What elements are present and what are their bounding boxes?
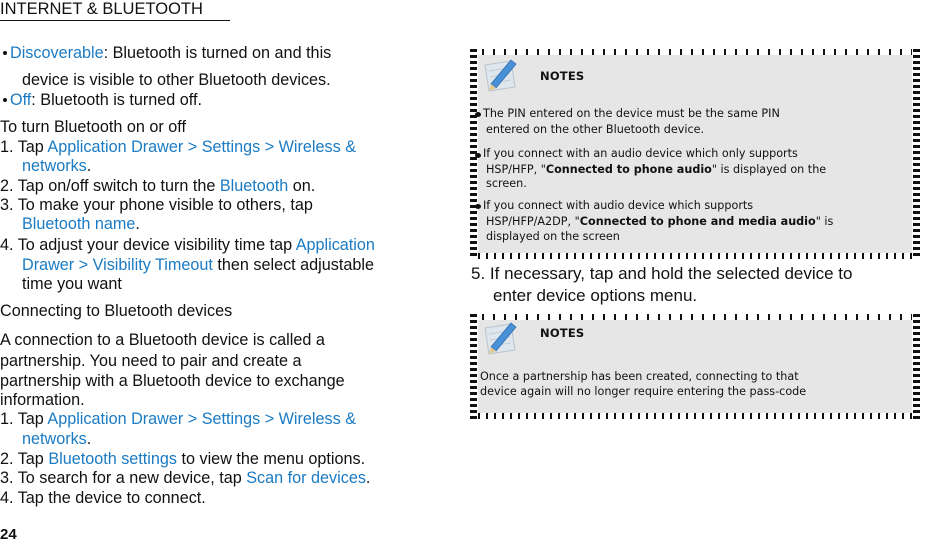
note-text: " is displayed on the xyxy=(711,163,827,176)
step-text: 2. Tap on/off switch to turn the xyxy=(0,177,220,195)
note-item-3-line: If you connect with audio device which s… xyxy=(483,199,754,212)
step-text: . xyxy=(86,430,92,448)
connecting-heading: Connecting to Bluetooth devices xyxy=(0,302,233,320)
note-item-3-line: displayed on the screen xyxy=(486,230,620,243)
note-text: HSP/HFP, " xyxy=(486,163,546,176)
step-text: then select adjustable xyxy=(212,256,374,274)
note-item-1-line: entered on the other Bluetooth device. xyxy=(486,123,705,136)
step-text: . xyxy=(86,157,92,175)
connecting-para-line: information. xyxy=(0,391,85,409)
link-bluetooth-settings: Bluetooth settings xyxy=(48,450,177,468)
connect-step-4: 4. Tap the device to connect. xyxy=(0,489,206,507)
note-item-1-line: The PIN entered on the device must be th… xyxy=(483,107,780,120)
note-item-3-line: HSP/HFP/A2DP, "Connected to phone and me… xyxy=(486,215,833,229)
page-number: 24 xyxy=(0,526,17,543)
notepad-pencil-icon xyxy=(484,322,517,355)
connecting-para-line: partnership with a Bluetooth device to e… xyxy=(0,372,345,390)
discoverable-desc-line2: device is visible to other Bluetooth dev… xyxy=(22,71,331,89)
link-scan-for-devices: Scan for devices xyxy=(246,469,366,487)
note-line: Once a partnership has been created, con… xyxy=(480,370,799,383)
step-text: . xyxy=(135,215,140,233)
link-visibility-timeout: Drawer > Visibility Timeout xyxy=(22,256,213,274)
section-header: INTERNET & BLUETOOTH xyxy=(0,0,230,21)
note-text: HSP/HFP/A2DP, " xyxy=(486,215,580,228)
turn-step-1-cont: networks. xyxy=(22,157,91,176)
turn-step-2: 2. Tap on/off switch to turn the Bluetoo… xyxy=(0,177,315,196)
bullet-icon xyxy=(475,204,481,209)
link-app-drawer-settings: Application Drawer > Settings > Wireless… xyxy=(47,138,356,156)
step-text: 3. To search for a new device, tap xyxy=(0,469,247,487)
dotted-border xyxy=(478,49,912,55)
step-text: on. xyxy=(288,177,316,195)
connect-step-5-cont: enter device options menu. xyxy=(493,286,698,305)
note-item-2-line: HSP/HFP, "Connected to phone audio" is d… xyxy=(486,163,826,177)
connect-step-2: 2. Tap Bluetooth settings to view the me… xyxy=(0,450,365,469)
link-application: Application xyxy=(295,236,375,254)
dotted-border xyxy=(913,49,920,259)
bullet-icon xyxy=(475,112,481,117)
dotted-border xyxy=(478,314,912,320)
link-networks: networks xyxy=(22,430,87,448)
step-text: 1. Tap xyxy=(0,138,48,156)
dotted-border xyxy=(913,314,920,419)
step-text: 2. Tap xyxy=(0,450,49,468)
bullet-icon xyxy=(3,50,7,55)
discoverable-term: Discoverable xyxy=(10,44,104,62)
off-desc: : Bluetooth is turned off. xyxy=(31,91,202,109)
discoverable-desc: : Bluetooth is turned on and this xyxy=(103,44,332,62)
mode-discoverable: Discoverable: Bluetooth is turned on and… xyxy=(3,44,331,63)
connecting-para-line: A connection to a Bluetooth device is ca… xyxy=(0,331,325,349)
link-bluetooth-name: Bluetooth name xyxy=(22,215,136,233)
connect-step-1-cont: networks. xyxy=(22,430,91,449)
connect-step-3: 3. To search for a new device, tap Scan … xyxy=(0,469,370,488)
note-bold-text: Connected to phone and media audio xyxy=(579,215,816,228)
turn-step-4-line3: time you want xyxy=(22,275,122,293)
turn-step-3-cont: Bluetooth name. xyxy=(22,215,140,234)
notes-title: NOTES xyxy=(540,69,585,83)
turn-step-1: 1. Tap Application Drawer > Settings > W… xyxy=(0,138,356,157)
dotted-border xyxy=(470,314,477,419)
turn-on-off-heading: To turn Bluetooth on or off xyxy=(0,118,186,136)
notes-box-2: NOTES Once a partnership has been create… xyxy=(470,314,920,419)
step-text: 4. To adjust your device visibility time… xyxy=(0,236,296,254)
link-networks: networks xyxy=(22,157,87,175)
note-item-2-line: If you connect with an audio device whic… xyxy=(483,147,798,160)
dotted-border xyxy=(478,413,912,419)
note-line: device again will no longer require ente… xyxy=(480,385,807,398)
off-term: Off xyxy=(10,91,32,109)
bullet-icon xyxy=(3,97,7,102)
connect-step-5: 5. If necessary, tap and hold the select… xyxy=(471,264,853,283)
turn-step-4-cont: Drawer > Visibility Timeout then select … xyxy=(22,256,374,275)
step-text: . xyxy=(365,469,371,487)
turn-step-3: 3. To make your phone visible to others,… xyxy=(0,196,313,214)
note-text: " is xyxy=(815,215,834,228)
step-text: 1. Tap xyxy=(0,410,48,428)
note-item-2-line: screen. xyxy=(486,177,527,190)
connect-step-1: 1. Tap Application Drawer > Settings > W… xyxy=(0,410,356,429)
bullet-icon xyxy=(475,153,481,158)
notepad-pencil-icon xyxy=(484,59,517,92)
note-bold-text: Connected to phone audio xyxy=(545,163,712,176)
turn-step-4: 4. To adjust your device visibility time… xyxy=(0,236,375,255)
connecting-para-line: partnership. You need to pair and create… xyxy=(0,352,302,370)
notes-box-1: NOTES The PIN entered on the device must… xyxy=(470,49,920,259)
dotted-border xyxy=(478,253,912,259)
step-text: to view the menu options. xyxy=(177,450,366,468)
mode-off: Off: Bluetooth is turned off. xyxy=(3,91,202,110)
link-bluetooth: Bluetooth xyxy=(219,177,289,195)
link-app-drawer-settings: Application Drawer > Settings > Wireless… xyxy=(47,410,356,428)
notes-title: NOTES xyxy=(540,326,585,340)
